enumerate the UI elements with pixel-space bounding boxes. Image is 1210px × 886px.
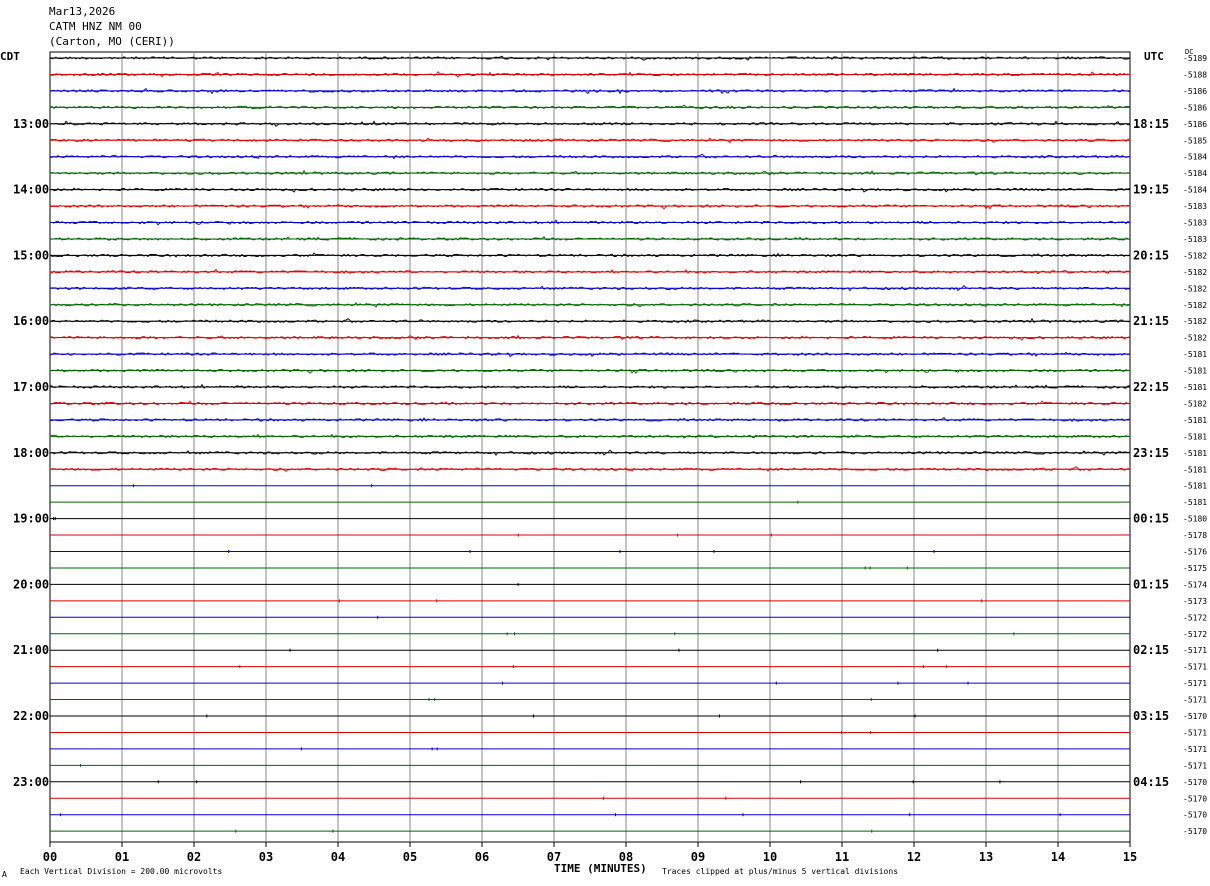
x-tick-label: 09 — [691, 850, 705, 864]
cdt-hour-label: 14:00 — [13, 183, 49, 197]
dc-offset-label: -5181 — [1183, 449, 1207, 458]
dc-offset-label: -5181 — [1183, 367, 1207, 376]
utc-hour-label: 18:15 — [1133, 117, 1169, 131]
plot-frame — [49, 51, 1131, 843]
x-tick-label: 11 — [835, 850, 849, 864]
dc-offset-label: -5181 — [1183, 383, 1207, 392]
utc-hour-label: 21:15 — [1133, 314, 1169, 328]
cdt-hour-label: 20:00 — [13, 577, 49, 591]
corner-mark: A — [2, 870, 7, 879]
dc-offset-label: -5170 — [1183, 811, 1207, 820]
x-tick-label: 13 — [979, 850, 993, 864]
dc-offset-label: -5172 — [1183, 613, 1207, 622]
dc-offset-label: -5182 — [1183, 284, 1207, 293]
seismic-trace — [49, 268, 1131, 275]
utc-hour-label: 23:15 — [1133, 446, 1169, 460]
dc-offset-label: -5181 — [1183, 416, 1207, 425]
cdt-hour-label: 23:00 — [13, 775, 49, 789]
dc-offset-label: -5180 — [1183, 515, 1207, 524]
dc-offset-label: -5174 — [1183, 580, 1207, 589]
dc-offset-label: -5183 — [1183, 235, 1207, 244]
dc-offset-label: -5188 — [1183, 70, 1207, 79]
x-tick-label: 00 — [43, 850, 57, 864]
seismic-trace — [49, 466, 1131, 472]
dc-offset-label: -5182 — [1183, 399, 1207, 408]
cdt-hour-label: 15:00 — [13, 248, 49, 262]
x-tick-label: 05 — [403, 850, 417, 864]
cdt-hour-label: 17:00 — [13, 380, 49, 394]
dc-offset-label: -5171 — [1183, 696, 1207, 705]
dc-offset-label: -5184 — [1183, 186, 1207, 195]
x-tick-label: 12 — [907, 850, 921, 864]
seismic-trace — [49, 368, 1131, 374]
utc-hour-label: 02:15 — [1133, 643, 1169, 657]
dc-offset-label: -5182 — [1183, 251, 1207, 260]
dc-offset-label: -5186 — [1183, 103, 1207, 112]
dc-offset-label: -5189 — [1183, 54, 1207, 63]
dc-offset-label: -5181 — [1183, 432, 1207, 441]
dc-offset-label: -5182 — [1183, 334, 1207, 343]
x-axis-label: TIME (MINUTES) — [554, 862, 647, 875]
dc-offset-label: -5181 — [1183, 482, 1207, 491]
cdt-hour-label: 21:00 — [13, 643, 49, 657]
dc-offset-label: -5181 — [1183, 465, 1207, 474]
dc-offset-label: -5184 — [1183, 169, 1207, 178]
dc-offset-label: -5171 — [1183, 728, 1207, 737]
dc-offset-label: -5171 — [1183, 646, 1207, 655]
dc-offset-label: -5171 — [1183, 679, 1207, 688]
dc-offset-label: -5171 — [1183, 745, 1207, 754]
cdt-hour-label: 22:00 — [13, 709, 49, 723]
scale-note: Each Vertical Division = 200.00 microvol… — [20, 867, 223, 876]
dc-offset-label: -5178 — [1183, 531, 1207, 540]
dc-offset-label: -5181 — [1183, 498, 1207, 507]
utc-hour-label: 20:15 — [1133, 248, 1169, 262]
dc-offset-label: -5186 — [1183, 87, 1207, 96]
dc-offset-label: -5171 — [1183, 761, 1207, 770]
cdt-hour-label: 16:00 — [13, 314, 49, 328]
x-tick-label: 15 — [1123, 850, 1137, 864]
dc-offset-label: -5183 — [1183, 219, 1207, 228]
x-tick-label: 14 — [1051, 850, 1065, 864]
dc-offset-label: -5170 — [1183, 794, 1207, 803]
dc-offset-label: -5182 — [1183, 268, 1207, 277]
dc-offset-label: -5170 — [1183, 778, 1207, 787]
dc-offset-label: -5183 — [1183, 202, 1207, 211]
dc-offset-label: -5170 — [1183, 712, 1207, 721]
utc-hour-label: 00:15 — [1133, 512, 1169, 526]
x-tick-label: 01 — [115, 850, 129, 864]
utc-hour-label: 22:15 — [1133, 380, 1169, 394]
dc-offset-label: -5184 — [1183, 153, 1207, 162]
dc-offset-label: -5182 — [1183, 317, 1207, 326]
x-tick-label: 03 — [259, 850, 273, 864]
utc-hour-label: 01:15 — [1133, 577, 1169, 591]
seismic-trace — [49, 317, 1131, 324]
dc-offset-label: -5185 — [1183, 136, 1207, 145]
utc-hour-label: 04:15 — [1133, 775, 1169, 789]
x-tick-label: 04 — [331, 850, 345, 864]
dc-offset-label: -5171 — [1183, 663, 1207, 672]
dc-offset-label: -5173 — [1183, 597, 1207, 606]
helicorder-plot: 00 01 02 03 04 05 06 07 08 09 10 11 12 13 14 15-5189-51… — [13, 51, 1207, 864]
cdt-hour-label: 19:00 — [13, 512, 49, 526]
x-tick-label: 06 — [475, 850, 489, 864]
dc-offset-label: -5181 — [1183, 350, 1207, 359]
cdt-hour-label: 13:00 — [13, 117, 49, 131]
utc-hour-label: 19:15 — [1133, 183, 1169, 197]
clip-note: Traces clipped at plus/minus 5 vertical … — [662, 867, 899, 876]
seismic-trace — [49, 416, 1131, 423]
utc-hour-label: 03:15 — [1133, 709, 1169, 723]
dc-offset-label: -5182 — [1183, 301, 1207, 310]
cdt-hour-label: 18:00 — [13, 446, 49, 460]
dc-offset-label: -5175 — [1183, 564, 1207, 573]
seismic-trace — [49, 235, 1131, 241]
x-tick-label: 10 — [763, 850, 777, 864]
dc-offset-label: -5176 — [1183, 548, 1207, 557]
x-tick-label: 02 — [187, 850, 201, 864]
seismic-trace — [49, 383, 1131, 389]
dc-offset-label: -5186 — [1183, 120, 1207, 129]
dc-offset-label: -5172 — [1183, 630, 1207, 639]
dc-offset-label: -5170 — [1183, 827, 1207, 836]
